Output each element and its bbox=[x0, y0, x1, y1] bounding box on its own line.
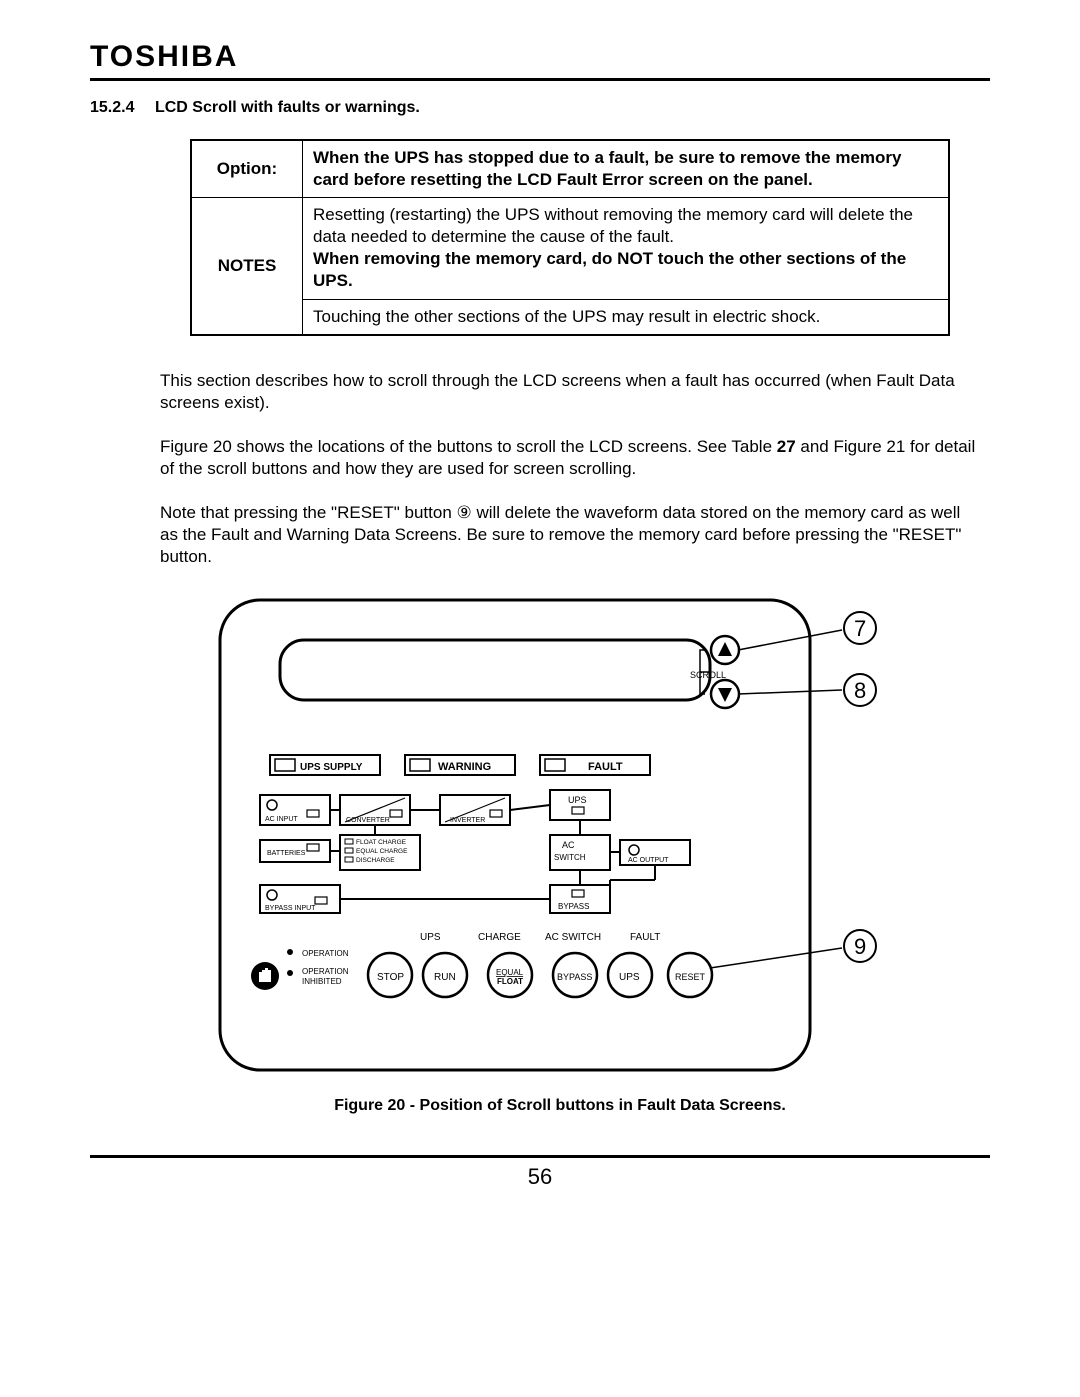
svg-text:RUN: RUN bbox=[434, 972, 456, 983]
svg-text:UPS: UPS bbox=[619, 972, 640, 983]
bypass-input-block: BYPASS INPUT bbox=[265, 905, 316, 912]
callout-9: 9 bbox=[854, 934, 866, 959]
svg-text:EQUAL: EQUAL bbox=[496, 968, 524, 977]
discharge-label: DISCHARGE bbox=[356, 857, 395, 864]
brand-rule bbox=[90, 78, 990, 81]
note-1: Resetting (restarting) the UPS without r… bbox=[303, 198, 950, 299]
section-number: 15.2.4 bbox=[90, 99, 134, 116]
op-inhibited-a: OPERATION bbox=[302, 967, 349, 976]
converter-block: CONVERTER bbox=[346, 817, 390, 824]
acswitch-col-label: AC SWITCH bbox=[545, 932, 601, 943]
ac-output-block: AC OUTPUT bbox=[628, 857, 669, 864]
bottom-rule bbox=[90, 1155, 990, 1158]
paragraph-3: Note that pressing the "RESET" button ⑨ … bbox=[90, 502, 990, 568]
ac-input-block: AC INPUT bbox=[265, 816, 298, 823]
scroll-down-button[interactable] bbox=[711, 680, 739, 708]
ups-col-label: UPS bbox=[420, 932, 441, 943]
float-charge-label: FLOAT CHARGE bbox=[356, 839, 407, 846]
equal-charge-label: EQUAL CHARGE bbox=[356, 848, 408, 855]
section-title: LCD Scroll with faults or warnings. bbox=[155, 99, 420, 116]
svg-text:STOP: STOP bbox=[377, 972, 404, 983]
fault-label: FAULT bbox=[588, 761, 623, 773]
warning-label: WARNING bbox=[438, 761, 491, 773]
op-inhibited-b: INHIBITED bbox=[302, 977, 342, 986]
notes-label: NOTES bbox=[191, 198, 303, 335]
inverter-block: INVERTER bbox=[450, 817, 485, 824]
paragraph-2: Figure 20 shows the locations of the but… bbox=[90, 436, 990, 480]
batteries-block: BATTERIES bbox=[267, 850, 306, 857]
figure-20: SCROLL UPS SUPPLY WARNING FAULT bbox=[210, 590, 910, 1115]
figure-caption: Figure 20 - Position of Scroll buttons i… bbox=[210, 1097, 910, 1115]
ac-switch-block-a: AC bbox=[562, 840, 575, 850]
ups-block: UPS bbox=[568, 795, 587, 805]
scroll-up-button[interactable] bbox=[711, 636, 739, 664]
svg-text:BYPASS: BYPASS bbox=[557, 972, 592, 982]
operation-led: OPERATION bbox=[302, 949, 349, 958]
ac-switch-block-b: SWITCH bbox=[554, 853, 586, 862]
notes-table: Option: When the UPS has stopped due to … bbox=[190, 139, 950, 336]
paragraph-1: This section describes how to scroll thr… bbox=[90, 370, 990, 414]
panel-diagram: SCROLL UPS SUPPLY WARNING FAULT bbox=[210, 590, 910, 1080]
svg-text:RESET: RESET bbox=[675, 972, 706, 982]
section-heading: 15.2.4 LCD Scroll with faults or warning… bbox=[90, 99, 990, 117]
option-label: Option: bbox=[191, 140, 303, 198]
fault-col-label: FAULT bbox=[630, 932, 660, 943]
brand-logo: TOSHIBA bbox=[90, 40, 990, 74]
page-number: 56 bbox=[90, 1164, 990, 1190]
ups-supply-label: UPS SUPPLY bbox=[300, 762, 363, 773]
callout-8: 8 bbox=[854, 678, 866, 703]
charge-col-label: CHARGE bbox=[478, 932, 521, 943]
note-2: Touching the other sections of the UPS m… bbox=[303, 299, 950, 335]
svg-text:FLOAT: FLOAT bbox=[497, 977, 523, 986]
hand-icon bbox=[251, 962, 279, 990]
bypass-block: BYPASS bbox=[558, 902, 589, 911]
callout-7: 7 bbox=[854, 616, 866, 641]
option-text: When the UPS has stopped due to a fault,… bbox=[303, 140, 950, 198]
